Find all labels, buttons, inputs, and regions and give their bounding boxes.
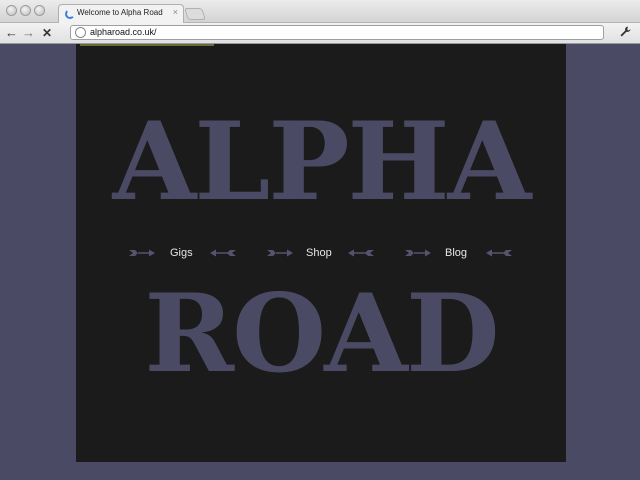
zoom-window-button[interactable]	[34, 5, 45, 16]
browser-tab[interactable]: Welcome to Alpha Road ×	[58, 4, 184, 23]
nav-shop[interactable]: Shop	[306, 243, 332, 263]
main-nav: Gigs Shop Blog	[76, 243, 566, 263]
globe-icon	[75, 27, 86, 38]
back-button[interactable]: ←	[5, 24, 18, 42]
browser-toolbar: ← → ✕ alpharoad.co.uk/	[0, 23, 640, 44]
arrow-right-icon	[405, 249, 431, 257]
close-window-button[interactable]	[6, 5, 17, 16]
minimize-window-button[interactable]	[20, 5, 31, 16]
wrench-menu-icon[interactable]	[619, 25, 632, 41]
heading-road: ROAD	[144, 271, 499, 397]
address-bar[interactable]: alpharoad.co.uk/	[70, 25, 604, 40]
stop-button[interactable]: ✕	[42, 24, 52, 42]
browser-titlebar: Welcome to Alpha Road ×	[0, 0, 640, 23]
new-tab-button[interactable]	[184, 8, 206, 20]
arrow-left-icon	[348, 249, 374, 257]
page-panel: ALPHA Gigs Shop Blog ROAD	[76, 44, 566, 462]
nav-blog[interactable]: Blog	[445, 243, 467, 263]
loading-spinner-icon	[65, 9, 75, 19]
tab-close-icon[interactable]: ×	[173, 7, 178, 17]
wrench-icon	[620, 26, 631, 37]
address-url[interactable]: alpharoad.co.uk/	[90, 26, 157, 39]
nav-gigs[interactable]: Gigs	[170, 243, 193, 263]
forward-button[interactable]: →	[22, 24, 35, 42]
arrow-left-icon	[210, 249, 236, 257]
page-load-strip	[80, 44, 214, 46]
tab-title: Welcome to Alpha Road	[77, 8, 163, 17]
heading-alpha: ALPHA	[112, 99, 532, 225]
arrow-left-icon	[486, 249, 512, 257]
arrow-right-icon	[129, 249, 155, 257]
arrow-right-icon	[267, 249, 293, 257]
